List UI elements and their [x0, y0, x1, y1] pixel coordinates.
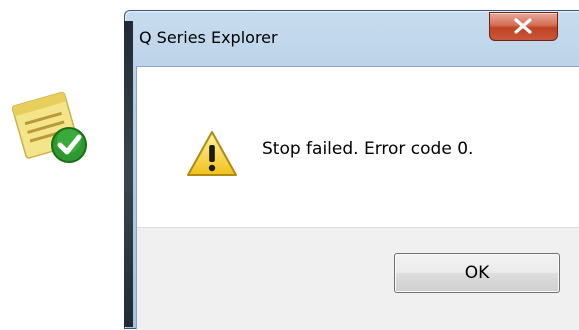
- dialog-title: Q Series Explorer: [139, 28, 278, 47]
- dialog-content: Stop failed. Error code 0. OK: [136, 66, 579, 330]
- window-shadow-edge: [124, 21, 133, 327]
- dialog-footer: OK: [137, 227, 579, 330]
- close-icon: [514, 18, 532, 34]
- dialog-window: Q Series Explorer Stop failed. Error cod…: [124, 10, 579, 330]
- ok-button[interactable]: OK: [394, 253, 560, 293]
- close-button[interactable]: [489, 12, 558, 41]
- notepad-check-icon[interactable]: [6, 86, 96, 170]
- warning-icon: [185, 129, 239, 179]
- error-message: Stop failed. Error code 0.: [262, 139, 474, 159]
